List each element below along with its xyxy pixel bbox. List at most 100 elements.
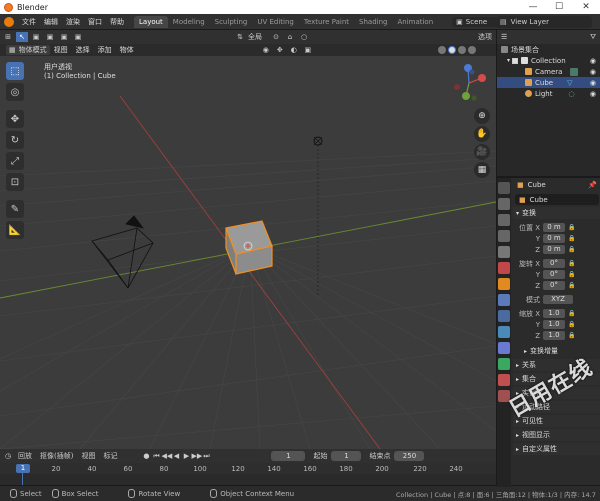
camera-object[interactable] [91,215,154,289]
lock-icon[interactable]: 🔒 [568,310,576,317]
section-custom-properties[interactable]: ▸ 自定义属性 [513,443,600,455]
location-x-field[interactable]: 0 m [543,223,565,232]
timeline-menu-marker[interactable]: 标记 [99,451,121,461]
current-frame-field[interactable]: 1 [271,451,306,461]
exclude-checkbox[interactable] [512,57,519,64]
editor-type-icon[interactable]: ⊞ [2,32,14,42]
pin-icon[interactable]: 📌 [588,181,597,189]
lock-icon[interactable]: 🔒 [568,282,576,289]
scene-tab-icon[interactable] [498,246,510,258]
scale-z-field[interactable]: 1.0 [543,331,565,340]
scale-x-field[interactable]: 1.0 [543,309,565,318]
lock-icon[interactable]: 🔒 [568,260,576,267]
view-layer-tab-icon[interactable] [498,230,510,242]
proportional-icon[interactable]: ○ [298,32,310,42]
transform-orientation-label[interactable]: 全局 [248,32,262,42]
world-tab-icon[interactable] [498,262,510,274]
maximize-button[interactable]: ☐ [546,0,572,14]
menu-file[interactable]: 文件 [18,17,40,27]
wireframe-shading-icon[interactable] [438,46,446,54]
tool-tab-icon[interactable] [498,182,510,194]
tab-layout[interactable]: Layout [134,15,168,28]
tab-shading[interactable]: Shading [354,16,392,28]
timeline-menu-playback[interactable]: 回放 [14,451,36,461]
rotation-z-field[interactable]: 0° [543,281,565,290]
tab-uv-editing[interactable]: UV Editing [252,16,299,28]
timeline-editor-icon[interactable]: ◷ [2,451,14,461]
end-frame-field[interactable]: 250 [394,451,425,461]
navigation-gizmo[interactable] [446,60,492,106]
select-new-icon[interactable]: ▣ [30,32,42,42]
particles-tab-icon[interactable] [498,310,510,322]
rendered-shading-icon[interactable] [468,46,476,54]
section-viewport-display[interactable]: ▸ 视图显示 [513,429,600,441]
lock-icon[interactable]: 🔒 [568,271,576,278]
rotation-x-field[interactable]: 0° [543,259,565,268]
overlay-icon[interactable]: ◐ [288,45,300,55]
location-z-field[interactable]: 0 m [543,245,565,254]
menu-render[interactable]: 渲染 [62,17,84,27]
cube-object[interactable] [223,220,275,278]
gizmo-icon[interactable]: ✥ [274,45,286,55]
outliner-item-camera[interactable]: Camera ◉ [497,66,600,77]
cursor-tool-icon[interactable]: ◎ [6,83,24,101]
prev-key-icon[interactable]: ◀◀ [161,452,172,461]
solid-shading-icon[interactable] [448,46,456,54]
next-key-icon[interactable]: ▶▶ [191,452,202,461]
menu-window[interactable]: 窗口 [84,17,106,27]
physics-tab-icon[interactable] [498,326,510,338]
menu-edit[interactable]: 编辑 [40,17,62,27]
start-frame-field[interactable]: 1 [331,451,362,461]
viewport-menu-select[interactable]: 选择 [72,45,94,55]
snap-icon[interactable]: ⌂ [284,32,296,42]
lock-icon[interactable]: 🔒 [568,246,576,253]
output-tab-icon[interactable] [498,214,510,226]
minimize-button[interactable]: — [520,0,546,14]
visibility-eye-icon[interactable]: ◉ [590,90,596,98]
visibility-eye-icon[interactable]: ◉ [590,79,596,87]
current-frame-marker[interactable]: 1 [16,464,30,473]
transform-orientation-icon[interactable]: ⇅ [234,32,246,42]
options-button[interactable]: 选项 [478,32,492,42]
zoom-view-icon[interactable]: ⊕ [474,108,490,124]
viewport-menu-view[interactable]: 视图 [50,45,72,55]
rotation-y-field[interactable]: 0° [543,270,565,279]
visibility-icon[interactable]: ◉ [260,45,272,55]
viewport-menu-object[interactable]: 物体 [116,45,138,55]
object-tab-icon[interactable] [498,278,510,290]
timeline-ruler[interactable]: 1 20 40 60 80 100 120 140 160 180 200 22… [0,463,496,474]
section-transform[interactable]: ▾ 变换 [513,207,600,219]
transform-tool-icon[interactable]: ⊡ [6,173,24,191]
rotate-tool-icon[interactable]: ↻ [6,131,24,149]
tab-texture-paint[interactable]: Texture Paint [299,16,354,28]
viewport-menu-add[interactable]: 添加 [94,45,116,55]
visibility-eye-icon[interactable]: ◉ [590,57,596,65]
jump-start-icon[interactable]: ⏮ [151,452,161,461]
outliner-item-cube[interactable]: Cube ▽ ◉ [497,77,600,88]
section-delta-transform[interactable]: ▸ 变换增量 [513,345,600,357]
outliner-item-light[interactable]: Light ◌ ◉ [497,88,600,99]
rotation-mode-select[interactable]: XYZ [543,295,573,304]
data-tab-icon[interactable] [498,358,510,370]
select-subtract-icon[interactable]: ▣ [58,32,70,42]
modifier-tab-icon[interactable] [498,294,510,306]
pivot-icon[interactable]: ⊙ [270,32,282,42]
pan-view-icon[interactable]: ✋ [474,126,490,142]
timeline-menu-keying[interactable]: 抠像(插帧) [36,451,77,461]
lock-icon[interactable]: 🔒 [568,332,576,339]
ortho-toggle-icon[interactable]: ▦ [474,162,490,178]
timeline-area[interactable]: 1 20 40 60 80 100 120 140 160 180 200 22… [0,463,496,485]
expand-arrow-icon[interactable]: ▾ [507,57,510,64]
move-tool-icon[interactable]: ✥ [6,110,24,128]
xray-icon[interactable]: ▣ [302,45,314,55]
outliner-editor-icon[interactable]: ☰ [501,33,507,41]
mode-selector[interactable]: ▦ 物体模式 [6,45,50,55]
outliner-scene-collection[interactable]: 场景集合 [497,44,600,55]
material-tab-icon[interactable] [498,374,510,386]
play-icon[interactable]: ▶ [181,452,191,461]
close-button[interactable]: ✕ [572,0,600,14]
annotate-tool-icon[interactable]: ✎ [6,200,24,218]
location-y-field[interactable]: 0 m [543,234,565,243]
select-invert-icon[interactable]: ▣ [72,32,84,42]
tab-sculpting[interactable]: Sculpting [210,16,253,28]
